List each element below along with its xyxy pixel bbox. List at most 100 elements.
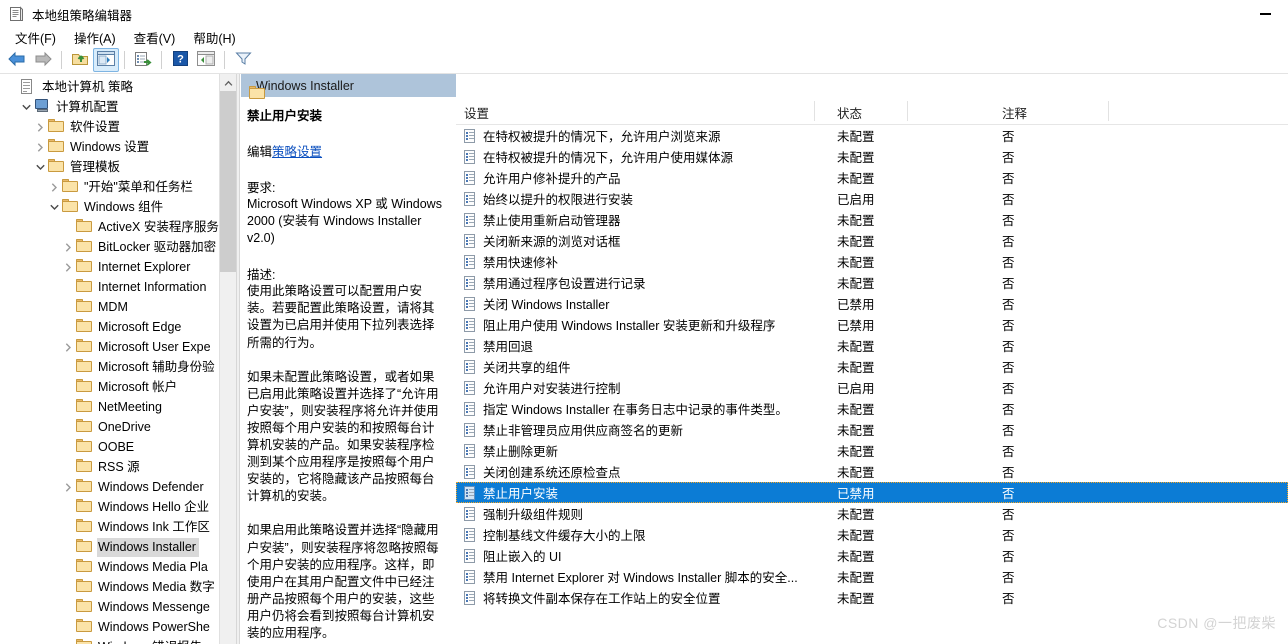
table-row[interactable]: 强制升级组件规则 未配置 否 — [456, 503, 1288, 524]
column-header-comment[interactable]: 注释 — [1002, 103, 1027, 122]
table-row[interactable]: 禁用通过程序包设置进行记录 未配置 否 — [456, 272, 1288, 293]
forward-button[interactable] — [30, 48, 56, 72]
sidebar-item[interactable]: RSS 源 — [0, 457, 236, 477]
table-row[interactable]: 关闭 Windows Installer 已禁用 否 — [456, 293, 1288, 314]
row-setting-cell: 禁用回退 — [464, 336, 533, 355]
column-divider-2[interactable] — [907, 101, 908, 121]
table-row[interactable]: 禁止删除更新 未配置 否 — [456, 440, 1288, 461]
scroll-up-arrow[interactable] — [220, 74, 236, 91]
table-row[interactable]: 禁用 Internet Explorer 对 Windows Installer… — [456, 566, 1288, 587]
chevron-right-icon[interactable] — [60, 477, 76, 497]
column-divider-3[interactable] — [1108, 101, 1109, 121]
table-row[interactable]: 禁止用户安装 已禁用 否 — [456, 482, 1288, 503]
chevron-right-icon[interactable] — [60, 257, 76, 277]
sidebar-item[interactable]: 软件设置 — [0, 117, 236, 137]
folder-icon — [48, 119, 65, 135]
menu-file[interactable]: 文件(F) — [6, 27, 65, 48]
table-row[interactable]: 将转换文件副本保存在工作站上的安全位置 未配置 否 — [456, 587, 1288, 608]
table-row[interactable]: 禁止使用重新启动管理器 未配置 否 — [456, 209, 1288, 230]
sidebar-item[interactable]: Windows Messenge — [0, 597, 236, 617]
sidebar-item[interactable]: MDM — [0, 297, 236, 317]
chevron-right-icon[interactable] — [60, 337, 76, 357]
sidebar-item[interactable]: Microsoft Edge — [0, 317, 236, 337]
policy-setting-icon — [464, 149, 477, 164]
table-row[interactable]: 在特权被提升的情况下，允许用户使用媒体源 未配置 否 — [456, 146, 1288, 167]
policy-setting-icon — [464, 485, 477, 500]
chevron-down-icon[interactable] — [18, 97, 34, 117]
folder-icon — [76, 539, 93, 555]
export-list-button[interactable] — [130, 48, 156, 72]
chevron-down-icon[interactable] — [46, 197, 62, 217]
sidebar-item[interactable]: 管理模板 — [0, 157, 236, 177]
chevron-right-icon[interactable] — [32, 137, 48, 157]
scrollbar-thumb[interactable] — [220, 91, 236, 272]
help-button[interactable]: ? — [167, 48, 193, 72]
chevron-right-icon[interactable] — [60, 237, 76, 257]
table-row[interactable]: 阻止用户使用 Windows Installer 安装更新和升级程序 已禁用 否 — [456, 314, 1288, 335]
row-setting-cell: 始终以提升的权限进行安装 — [464, 189, 633, 208]
column-header-state[interactable]: 状态 — [837, 103, 862, 122]
folder-icon — [62, 199, 79, 215]
table-row[interactable]: 允许用户修补提升的产品 未配置 否 — [456, 167, 1288, 188]
show-hide-actions-button[interactable] — [193, 48, 219, 72]
sidebar-item[interactable]: NetMeeting — [0, 397, 236, 417]
sidebar-item[interactable]: Windows 组件 — [0, 197, 236, 217]
table-row[interactable]: 控制基线文件缓存大小的上限 未配置 否 — [456, 524, 1288, 545]
sidebar-item[interactable]: Windows Installer — [0, 537, 236, 557]
sidebar-item[interactable]: 计算机配置 — [0, 97, 236, 117]
chevron-down-icon[interactable] — [32, 157, 48, 177]
sidebar-item[interactable]: Internet Explorer — [0, 257, 236, 277]
sidebar-item[interactable]: "开始"菜单和任务栏 — [0, 177, 236, 197]
sidebar-scrollbar[interactable] — [219, 74, 236, 644]
edit-policy-setting-link[interactable]: 策略设置 — [272, 145, 322, 159]
sidebar-item-label: Microsoft User Expe — [98, 339, 211, 354]
sidebar-item[interactable]: BitLocker 驱动器加密 — [0, 237, 236, 257]
table-row[interactable]: 始终以提升的权限进行安装 已启用 否 — [456, 188, 1288, 209]
table-row[interactable]: 禁用回退 未配置 否 — [456, 335, 1288, 356]
table-row[interactable]: 阻止嵌入的 UI 未配置 否 — [456, 545, 1288, 566]
sidebar-item[interactable]: ActiveX 安装程序服务 — [0, 217, 236, 237]
table-row[interactable]: 在特权被提升的情况下，允许用户浏览来源 未配置 否 — [456, 125, 1288, 146]
show-hide-tree-button[interactable] — [93, 48, 119, 72]
sidebar-item[interactable]: Windows Media Pla — [0, 557, 236, 577]
tree-splitter[interactable] — [236, 74, 240, 644]
up-folder-button[interactable] — [67, 48, 93, 72]
filter-button[interactable] — [230, 48, 256, 72]
table-row[interactable]: 禁止非管理员应用供应商签名的更新 未配置 否 — [456, 419, 1288, 440]
minimize-button[interactable] — [1242, 0, 1288, 28]
menu-action[interactable]: 操作(A) — [65, 27, 125, 48]
table-row[interactable]: 关闭新来源的浏览对话框 未配置 否 — [456, 230, 1288, 251]
table-row[interactable]: 指定 Windows Installer 在事务日志中记录的事件类型。 未配置 否 — [456, 398, 1288, 419]
sidebar-item-label: NetMeeting — [98, 399, 162, 414]
sidebar-item[interactable]: OOBE — [0, 437, 236, 457]
sidebar-item[interactable]: Windows 错误报告 — [0, 637, 236, 644]
sidebar-item[interactable]: 本地计算机 策略 — [0, 77, 236, 97]
chevron-right-icon[interactable] — [32, 117, 48, 137]
sidebar-item[interactable]: OneDrive — [0, 417, 236, 437]
back-button[interactable] — [4, 48, 30, 72]
list-column-header: 设置 状态 注释 — [456, 97, 1288, 125]
sidebar-item[interactable]: Microsoft User Expe — [0, 337, 236, 357]
sidebar-item[interactable]: Windows Hello 企业 — [0, 497, 236, 517]
table-row[interactable]: 关闭创建系统还原检查点 未配置 否 — [456, 461, 1288, 482]
column-header-setting[interactable]: 设置 — [464, 103, 489, 122]
menu-help[interactable]: 帮助(H) — [184, 27, 244, 48]
row-setting-cell: 关闭创建系统还原检查点 — [464, 462, 621, 481]
table-row[interactable]: 禁用快速修补 未配置 否 — [456, 251, 1288, 272]
sidebar-item-label: Windows 组件 — [84, 199, 164, 214]
column-divider-1[interactable] — [814, 101, 815, 121]
sidebar-item[interactable]: Windows 设置 — [0, 137, 236, 157]
sidebar-item[interactable]: Microsoft 辅助身份验 — [0, 357, 236, 377]
table-row[interactable]: 允许用户对安装进行控制 已启用 否 — [456, 377, 1288, 398]
sidebar-item[interactable]: Microsoft 帐户 — [0, 377, 236, 397]
sidebar-item[interactable]: Internet Information — [0, 277, 236, 297]
menu-view[interactable]: 查看(V) — [125, 27, 185, 48]
table-row[interactable]: 关闭共享的组件 未配置 否 — [456, 356, 1288, 377]
sidebar-item[interactable]: Windows Media 数字 — [0, 577, 236, 597]
sidebar-item[interactable]: Windows Ink 工作区 — [0, 517, 236, 537]
chevron-right-icon[interactable] — [46, 177, 62, 197]
sidebar-item[interactable]: Windows Defender — [0, 477, 236, 497]
sidebar-item[interactable]: Windows PowerShe — [0, 617, 236, 637]
